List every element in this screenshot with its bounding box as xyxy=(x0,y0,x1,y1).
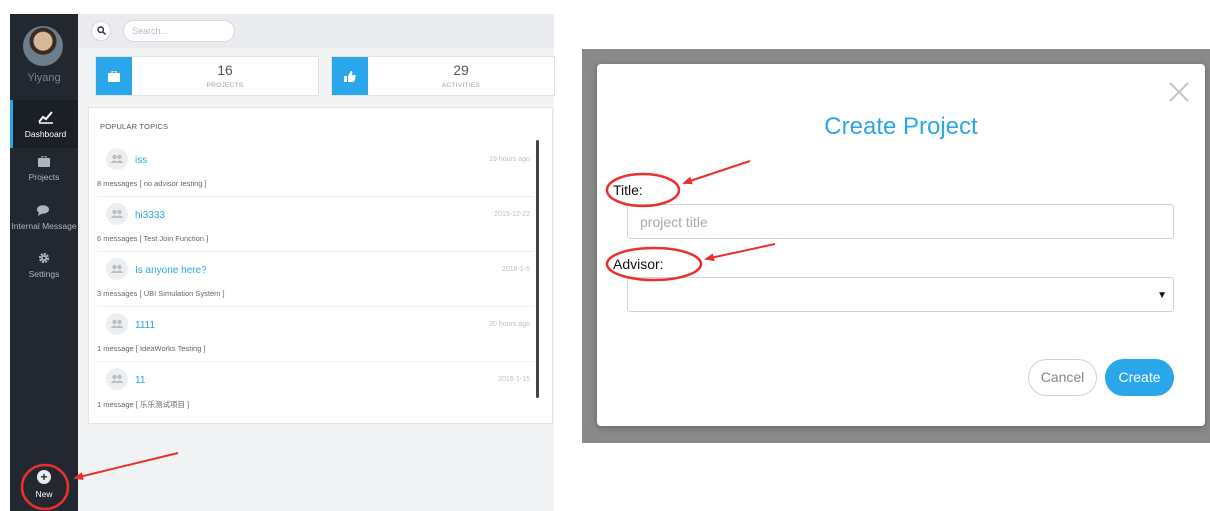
topic-time: 2016-1-5 xyxy=(501,266,530,273)
popular-topics-panel: POPULAR TOPICS iss 19 hours ago 8 messag… xyxy=(88,107,553,424)
thumbs-up-icon xyxy=(344,71,356,82)
sidebar: Yiyang Dashboard Projects Internal Messa… xyxy=(10,14,78,511)
topic-title[interactable]: 1111 xyxy=(135,320,155,331)
stat-icon-box xyxy=(332,57,368,95)
topic-title[interactable]: 11 xyxy=(135,375,145,386)
advisor-select[interactable]: ▼ xyxy=(627,277,1174,312)
stat-card-projects[interactable]: 16 PROJECTS xyxy=(95,56,319,96)
stat-icon-box xyxy=(96,57,132,95)
users-icon xyxy=(106,203,128,225)
chat-icon xyxy=(37,205,49,216)
sidebar-item-projects[interactable]: Projects xyxy=(10,156,78,196)
users-icon xyxy=(106,313,128,335)
stat-value: 16 xyxy=(217,62,233,78)
app-window: Yiyang Dashboard Projects Internal Messa… xyxy=(10,14,555,511)
topic-meta: 3 messages [ UBI Simulation System ] xyxy=(97,289,225,298)
topic-title[interactable]: iss xyxy=(135,155,147,166)
new-button[interactable]: + New xyxy=(10,470,78,499)
search-button[interactable] xyxy=(91,21,111,41)
cancel-button[interactable]: Cancel xyxy=(1028,359,1097,396)
list-item[interactable]: hi3333 2015-12-22 6 messages [ Test Join… xyxy=(97,197,534,252)
username: Yiyang xyxy=(27,72,61,84)
sidebar-item-dashboard[interactable]: Dashboard xyxy=(10,100,78,148)
dialog-title: Create Project xyxy=(824,113,978,140)
sidebar-item-settings[interactable]: Settings xyxy=(10,252,78,292)
create-button[interactable]: Create xyxy=(1105,359,1174,396)
sidebar-item-label: Dashboard xyxy=(24,129,67,139)
caret-down-icon: ▼ xyxy=(1157,290,1167,301)
topic-time: 2015-12-22 xyxy=(494,211,530,218)
advisor-label: Advisor: xyxy=(613,256,664,272)
stat-label: PROJECTS xyxy=(206,82,244,89)
topic-meta: 8 messages [ no advisor testing ] xyxy=(97,179,207,188)
topic-title[interactable]: Is anyone here? xyxy=(135,265,207,276)
create-project-dialog: Create Project Title: Advisor: ▼ Cancel … xyxy=(597,64,1205,426)
users-icon xyxy=(106,258,128,280)
title-label: Title: xyxy=(613,182,643,198)
topic-meta: 1 message [ 乐乐测试项目 ] xyxy=(97,400,190,409)
sidebar-item-label: Internal Message xyxy=(11,221,77,231)
topic-meta: 1 message [ IdeaWorks Testing ] xyxy=(97,344,206,353)
sidebar-item-internal-message[interactable]: Internal Message xyxy=(10,205,78,245)
top-bar xyxy=(78,14,554,48)
line-chart-icon xyxy=(37,111,53,124)
stat-card-activities[interactable]: 29 ACTIVITIES xyxy=(331,56,555,96)
topic-time: 19 hours ago xyxy=(489,156,530,163)
sidebar-item-label: Settings xyxy=(28,269,60,279)
search-icon xyxy=(96,26,106,36)
list-item[interactable]: 11 2016-1-15 1 message [ 乐乐测试项目 ] xyxy=(97,362,534,417)
topic-time: 2016-1-15 xyxy=(498,376,530,383)
plus-circle-icon: + xyxy=(37,470,51,484)
panel-title: POPULAR TOPICS xyxy=(100,122,169,131)
search-input[interactable] xyxy=(123,20,235,42)
avatar[interactable] xyxy=(23,26,63,66)
sidebar-item-label: Projects xyxy=(28,172,60,182)
new-button-label: New xyxy=(35,489,53,499)
topic-meta: 6 messages [ Test Join Function ] xyxy=(97,234,209,243)
stat-value: 29 xyxy=(453,62,469,78)
topic-time: 20 hours ago xyxy=(489,321,530,328)
briefcase-icon xyxy=(108,71,120,82)
list-item[interactable]: iss 19 hours ago 8 messages [ no advisor… xyxy=(97,142,534,197)
users-icon xyxy=(106,148,128,170)
topic-title[interactable]: hi3333 xyxy=(135,210,165,221)
gear-icon xyxy=(38,252,50,264)
close-icon[interactable] xyxy=(1167,80,1191,104)
users-icon xyxy=(106,368,128,390)
briefcase-icon xyxy=(38,156,50,167)
list-item[interactable]: Is anyone here? 2016-1-5 3 messages [ UB… xyxy=(97,252,534,307)
project-title-input[interactable] xyxy=(627,204,1174,239)
stat-label: ACTIVITIES xyxy=(441,82,481,89)
list-item[interactable]: 1111 20 hours ago 1 message [ IdeaWorks … xyxy=(97,307,534,362)
scrollbar[interactable] xyxy=(536,140,539,398)
